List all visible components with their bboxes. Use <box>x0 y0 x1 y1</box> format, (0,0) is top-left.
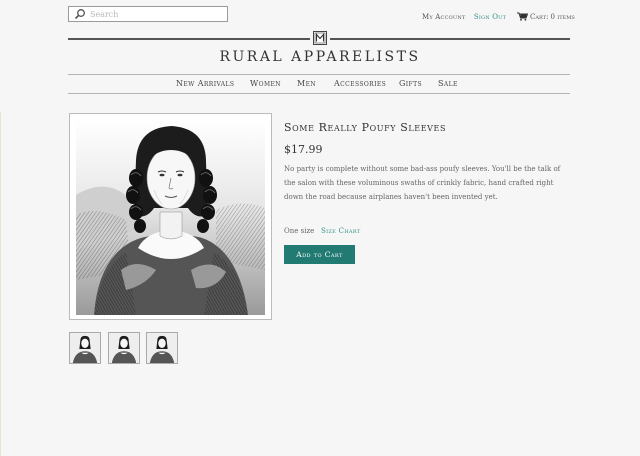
main-nav: New Arrivals Women Men Accessories Gifts… <box>68 74 570 94</box>
nav-item-women[interactable]: Women <box>250 79 281 88</box>
account-links: My Account Sign Out <box>422 13 506 21</box>
thumbnail-image <box>70 333 100 363</box>
product-price: $17.99 <box>284 143 323 156</box>
header-rule-right <box>330 38 570 40</box>
add-to-cart-button[interactable]: Add to Cart <box>284 245 355 264</box>
monogram-logo <box>313 31 327 45</box>
product-description: No party is complete without some bad-as… <box>284 165 561 201</box>
size-chart-link[interactable]: Size Chart <box>321 227 360 235</box>
nav-item-gifts[interactable]: Gifts <box>399 79 422 88</box>
product-thumbnail[interactable] <box>69 332 101 364</box>
search-box[interactable] <box>68 6 228 22</box>
cart-icon <box>517 12 528 21</box>
my-account-link[interactable]: My Account <box>422 13 465 21</box>
cart-link[interactable]: Cart: 0 items <box>517 12 575 21</box>
nav-item-sale[interactable]: Sale <box>438 79 458 88</box>
search-icon <box>74 9 85 20</box>
thumbnail-image <box>109 333 139 363</box>
product-thumbnail[interactable] <box>108 332 140 364</box>
nav-item-men[interactable]: Men <box>297 79 316 88</box>
page-edge-accent <box>0 112 1 456</box>
header-rule-left <box>68 38 310 40</box>
product-title: Some Really Poufy Sleeves <box>284 121 447 134</box>
cart-label: Cart: 0 items <box>530 12 575 21</box>
portrait-engraving <box>76 120 265 315</box>
product-main-image[interactable] <box>69 113 272 320</box>
sign-out-link[interactable]: Sign Out <box>474 13 506 21</box>
nav-item-accessories[interactable]: Accessories <box>334 79 386 88</box>
product-thumbnail[interactable] <box>146 332 178 364</box>
brand-name[interactable]: RURAL APPARELISTS <box>0 49 640 65</box>
size-label: One size <box>284 227 315 235</box>
thumbnail-image <box>147 333 177 363</box>
nav-item-new-arrivals[interactable]: New Arrivals <box>176 79 234 88</box>
search-input[interactable] <box>86 8 220 20</box>
